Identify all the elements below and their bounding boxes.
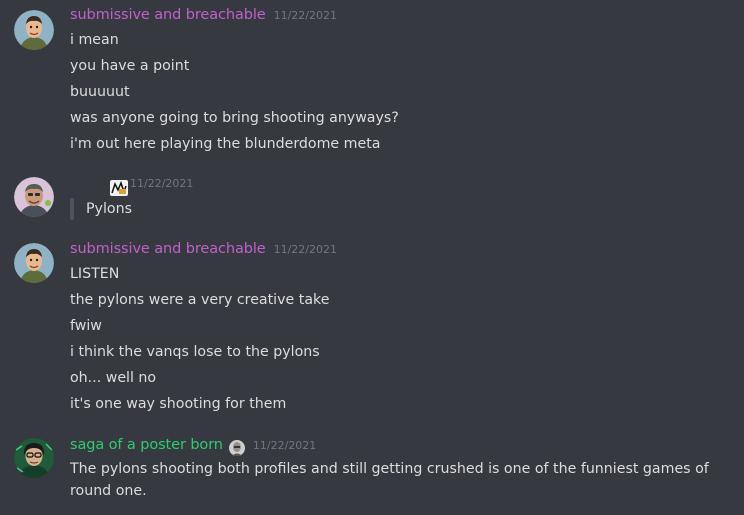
message-line: the pylons were a very creative take <box>70 292 330 308</box>
role-icon <box>228 440 245 456</box>
timestamp: 11/22/2021 <box>273 243 337 256</box>
message-header: saga of a poster born 11/22/2021 <box>70 437 316 459</box>
message-line: oh... well no <box>70 370 157 386</box>
username[interactable]: saga of a poster born <box>70 437 223 453</box>
timestamp: 11/22/2021 <box>130 177 194 190</box>
username[interactable]: submissive and breachable <box>70 241 266 257</box>
message-line: i mean <box>70 32 119 48</box>
message-line: i think the vanqs lose to the pylons <box>70 344 320 360</box>
chat-message-list: submissive and breachable 11/22/2021 i m… <box>0 0 744 515</box>
message-line: you have a point <box>70 58 190 74</box>
username[interactable]: submissive and breachable <box>70 7 266 23</box>
avatar[interactable] <box>14 243 54 283</box>
message-line: i'm out here playing the blunderdome met… <box>70 136 381 152</box>
message-header: submissive and breachable 11/22/2021 <box>70 241 337 263</box>
message-header: submissive and breachable 11/22/2021 <box>70 7 337 29</box>
avatar[interactable] <box>14 438 54 478</box>
message-line: The pylons shooting both profiles and st… <box>70 461 709 499</box>
timestamp: 11/22/2021 <box>252 439 317 452</box>
timestamp: 11/22/2021 <box>273 9 337 22</box>
message-header: 11/22/2021 <box>70 177 193 199</box>
message-line: was anyone going to bring shooting anywa… <box>70 110 399 126</box>
avatar[interactable] <box>14 10 54 50</box>
message-line: fwiw <box>70 318 102 334</box>
role-icon <box>110 180 128 196</box>
quote-bar <box>70 198 74 220</box>
message-line: LISTEN <box>70 266 120 282</box>
message-line: it's one way shooting for them <box>70 396 287 412</box>
quoted-text: Pylons <box>86 201 132 217</box>
message-line: buuuuut <box>70 84 130 100</box>
avatar[interactable] <box>14 177 54 217</box>
